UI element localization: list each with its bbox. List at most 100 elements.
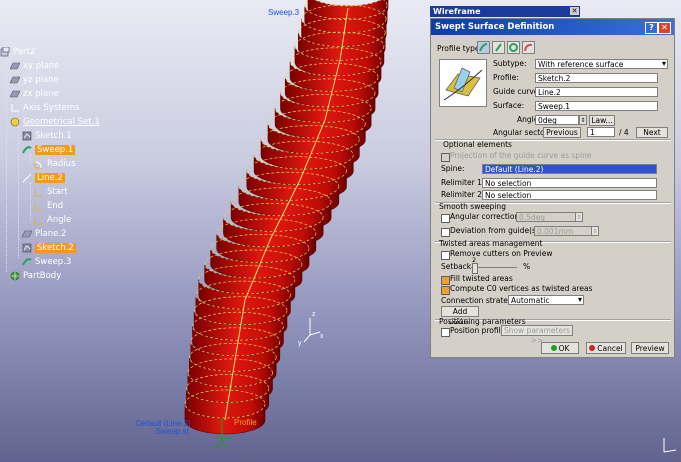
guide-curve-field[interactable]: Line.2: [535, 87, 658, 97]
profile-type-label: Profile type:: [437, 44, 482, 53]
close-icon[interactable]: ✕: [570, 7, 579, 15]
sector-field[interactable]: 1: [587, 127, 615, 137]
twisted-areas-title: Twisted areas management: [439, 239, 543, 248]
position-profile-checkbox[interactable]: [441, 328, 450, 337]
tree-item-angle[interactable]: Angle: [34, 214, 71, 226]
spine-field[interactable]: Default (Line.2): [482, 164, 657, 174]
dialog-titlebar[interactable]: Swept Surface Definition ? ✕: [431, 19, 674, 35]
subtype-label: Subtype:: [493, 59, 527, 68]
part-icon: [0, 46, 10, 57]
show-parameters-button[interactable]: Show parameters >>: [501, 325, 573, 345]
plane-icon: [9, 89, 21, 99]
compute-c0-label: Compute C0 vertices as twisted areas: [450, 284, 593, 293]
tree-item-label: Part2: [13, 47, 36, 57]
close-icon[interactable]: ✕: [658, 22, 671, 34]
plane-icon: [9, 75, 21, 85]
partbody-icon: [10, 271, 20, 281]
cancel-button[interactable]: Cancel: [586, 342, 626, 354]
position-profile-label: Position profile: [450, 326, 506, 335]
previous-button[interactable]: Previous: [543, 127, 581, 138]
preview-button[interactable]: Preview: [631, 342, 669, 354]
remove-cutters-checkbox[interactable]: [441, 251, 450, 260]
tree-item-yz-plane[interactable]: yz plane: [9, 74, 59, 86]
angle-spinner[interactable]: ⇕: [579, 115, 587, 125]
tree-item-label: xy plane: [23, 61, 60, 71]
remove-cutters-label: Remove cutters on Preview: [450, 249, 553, 258]
angular-sector-label: Angular sector:: [493, 128, 551, 137]
tree-item-geometrical-set[interactable]: Geometrical Set.1: [10, 116, 100, 128]
tree-item-end[interactable]: End: [34, 200, 63, 212]
tree-item-label: Radius: [47, 159, 76, 169]
swept-surface-geometry[interactable]: [184, 0, 389, 435]
profile-field[interactable]: Sketch.2: [535, 73, 658, 83]
tree-item-label: Axis Systems: [23, 103, 80, 113]
tree-item-xy-plane[interactable]: xy plane: [9, 60, 60, 72]
tree-item-sketch1[interactable]: Sketch.1: [22, 130, 72, 142]
law-button[interactable]: Law...: [589, 115, 615, 126]
cancel-icon: [589, 345, 596, 351]
tree-item-sweep1[interactable]: Sweep.1: [22, 144, 76, 156]
compute-c0-checkbox[interactable]: [441, 286, 450, 295]
parameter-icon: [34, 201, 44, 211]
subtype-preview-icon: [439, 59, 487, 107]
guide-curve-label: Guide curve:: [493, 87, 541, 96]
tree-item-label: Start: [47, 187, 68, 197]
wireframe-toolbar-title: Wireframe: [433, 7, 481, 16]
profile-type-explicit-button[interactable]: [477, 41, 490, 54]
setback-value: 2: [472, 256, 477, 264]
tree-item-axis-systems[interactable]: Axis Systems: [10, 102, 79, 114]
profile-type-conic-button[interactable]: [522, 41, 535, 54]
surface-field[interactable]: Sweep.1: [535, 101, 658, 111]
tree-item-label: Sweep.1: [35, 145, 76, 155]
tree-item-label: Sketch.2: [35, 243, 76, 253]
angular-correction-spinner[interactable]: ⇕: [575, 212, 583, 222]
projection-label: Projection of the guide curve as spine: [450, 151, 592, 160]
tree-item-plane2[interactable]: Plane.2: [21, 228, 66, 240]
relimiter2-field[interactable]: No selection: [482, 190, 657, 200]
fill-twisted-checkbox[interactable]: [441, 276, 450, 285]
parameter-icon: [34, 187, 44, 197]
compass[interactable]: [303, 318, 321, 343]
axis-system-icon: [10, 103, 20, 113]
ok-button[interactable]: OK: [541, 342, 579, 354]
tree-item-part2[interactable]: Part2: [0, 46, 35, 58]
dialog-title: Swept Surface Definition: [435, 22, 555, 32]
profile-type-circle-button[interactable]: [507, 41, 520, 54]
angular-correction-field[interactable]: 0.5deg: [516, 212, 576, 222]
deviation-field[interactable]: 0.001mm: [534, 226, 592, 236]
help-icon[interactable]: ?: [645, 22, 658, 34]
profile-type-line-button[interactable]: [492, 41, 505, 54]
compass-z-label: z: [312, 311, 316, 318]
projection-checkbox[interactable]: [441, 153, 450, 162]
wireframe-toolbar[interactable]: Wireframe ✕: [430, 6, 580, 17]
add-cutter-button[interactable]: Add cutter: [441, 306, 479, 326]
tree-item-label: yz plane: [23, 75, 59, 85]
plane-icon: [9, 61, 21, 71]
tree-item-sketch2[interactable]: Sketch.2: [22, 242, 76, 254]
angular-correction-checkbox[interactable]: [441, 214, 450, 223]
tree-item-sweep3[interactable]: Sweep.3: [22, 256, 71, 268]
angle-field[interactable]: 0deg: [535, 115, 579, 125]
origin-v-label: V: [224, 444, 229, 451]
axis-triad: [663, 438, 677, 453]
tree-item-label: Sweep.3: [35, 257, 72, 267]
line-icon: [22, 173, 32, 183]
fill-twisted-label: Fill twisted areas: [450, 274, 513, 283]
ok-icon: [550, 345, 557, 351]
connection-strategy-dropdown[interactable]: Automatic: [508, 295, 584, 305]
tree-item-radius[interactable]: Radius: [34, 158, 76, 170]
sweep-icon: [22, 257, 32, 267]
tree-item-partbody[interactable]: PartBody: [10, 270, 61, 282]
tree-item-start[interactable]: Start: [34, 186, 68, 198]
next-button[interactable]: Next: [636, 127, 668, 138]
tree-item-label: Geometrical Set.1: [23, 117, 100, 127]
swept-surface-dialog[interactable]: Swept Surface Definition ? ✕ Profile typ…: [430, 18, 675, 358]
tree-item-zx-plane[interactable]: zx plane: [9, 88, 59, 100]
relimiter1-field[interactable]: No selection: [482, 178, 657, 188]
deviation-checkbox[interactable]: [441, 228, 450, 237]
subtype-dropdown[interactable]: With reference surface: [535, 59, 668, 69]
profile-label: Profile:: [493, 73, 519, 82]
deviation-spinner[interactable]: ⇕: [591, 226, 599, 236]
tree-item-line2[interactable]: Line.2: [22, 172, 65, 184]
deviation-label: Deviation from guide(s):: [450, 226, 542, 235]
